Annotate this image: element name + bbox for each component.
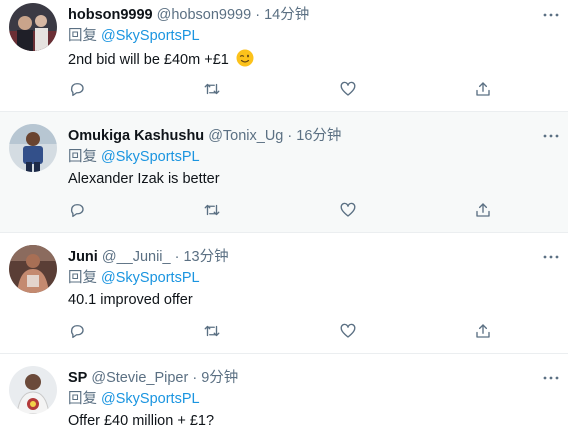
reply-context: 回复 @SkySportsPL <box>68 390 200 408</box>
tweet-text: Alexander Izak is better <box>68 170 220 188</box>
reply-context: 回复 @SkySportsPL <box>68 148 200 166</box>
more-dots-icon[interactable] <box>542 6 560 24</box>
tweet-header: Omukiga Kashushu @Tonix_Ug · 16分钟 <box>68 127 341 145</box>
tweet-text-content: Offer £40 million + £1? <box>68 413 215 429</box>
tweet-actions <box>60 198 500 222</box>
tweet-header: Juni @__Junii_ · 13分钟 <box>68 248 229 266</box>
share-icon <box>476 203 490 217</box>
tweet-text: Offer £40 million + £1? <box>68 412 214 430</box>
tweet[interactable]: SP @Stevie_Piper · 9分钟 回复 @SkySportsPL O… <box>0 354 568 436</box>
reply-context: 回复 @SkySportsPL <box>68 27 200 45</box>
avatar-image <box>9 124 57 172</box>
tweet[interactable]: Omukiga Kashushu @Tonix_Ug · 16分钟 回复 @Sk… <box>0 112 568 233</box>
reply-mention-link[interactable]: @SkySportsPL <box>101 391 200 407</box>
like-button[interactable] <box>336 319 360 343</box>
like-button[interactable] <box>336 198 360 222</box>
share-button[interactable] <box>471 319 495 343</box>
separator: · <box>255 7 261 23</box>
reply-button[interactable] <box>65 77 89 101</box>
avatar[interactable] <box>9 3 57 51</box>
reply-icon <box>70 204 84 218</box>
retweet-icon <box>204 83 220 95</box>
separator: · <box>192 370 198 386</box>
user-handle[interactable]: @Stevie_Piper <box>91 370 188 386</box>
display-name[interactable]: Juni <box>68 249 98 265</box>
heart-icon <box>340 323 356 338</box>
timestamp[interactable]: 13分钟 <box>183 249 228 265</box>
retweet-button[interactable] <box>200 77 224 101</box>
display-name[interactable]: SP <box>68 370 87 386</box>
tweet[interactable]: hobson9999 @hobson9999 · 14分钟 回复 @SkySpo… <box>0 0 568 112</box>
reply-prefix: 回复 <box>68 28 102 44</box>
avatar-image <box>9 366 57 414</box>
display-name[interactable]: Omukiga Kashushu <box>68 128 204 144</box>
reply-button[interactable] <box>65 319 89 343</box>
avatar[interactable] <box>9 366 57 414</box>
tweet-header: hobson9999 @hobson9999 · 14分钟 <box>68 6 309 24</box>
tweet-text-content: Alexander Izak is better <box>68 171 220 187</box>
reply-prefix: 回复 <box>68 149 102 165</box>
timestamp[interactable]: 9分钟 <box>201 370 238 386</box>
separator: · <box>174 249 180 265</box>
more-dots-icon[interactable] <box>542 127 560 145</box>
reply-button[interactable] <box>65 198 89 222</box>
reply-icon <box>70 83 84 97</box>
tweet-text-content: 2nd bid will be £40m +£1 <box>68 52 229 68</box>
tweet-text: 2nd bid will be £40m +£1 <box>68 49 254 69</box>
reply-prefix: 回复 <box>68 270 102 286</box>
tweet-actions <box>60 77 500 101</box>
tweet-text-content: 40.1 improved offer <box>68 292 193 308</box>
heart-icon <box>340 202 356 217</box>
separator: · <box>287 128 293 144</box>
retweet-button[interactable] <box>200 198 224 222</box>
reply-mention-link[interactable]: @SkySportsPL <box>101 28 200 44</box>
tweet[interactable]: Juni @__Junii_ · 13分钟 回复 @SkySportsPL 40… <box>0 233 568 354</box>
tweet-text: 40.1 improved offer <box>68 291 193 309</box>
avatar-image <box>9 245 57 293</box>
timestamp[interactable]: 14分钟 <box>264 7 309 23</box>
share-button[interactable] <box>471 77 495 101</box>
avatar[interactable] <box>9 245 57 293</box>
user-handle[interactable]: @__Junii_ <box>102 249 171 265</box>
tweet-actions <box>60 319 500 343</box>
user-handle[interactable]: @hobson9999 <box>157 7 252 23</box>
reply-context: 回复 @SkySportsPL <box>68 269 200 287</box>
reply-prefix: 回复 <box>68 391 102 407</box>
reply-mention-link[interactable]: @SkySportsPL <box>101 149 200 165</box>
user-handle[interactable]: @Tonix_Ug <box>208 128 283 144</box>
heart-icon <box>340 81 356 96</box>
retweet-icon <box>204 204 220 216</box>
avatar-image <box>9 3 57 51</box>
display-name[interactable]: hobson9999 <box>68 7 153 23</box>
like-button[interactable] <box>336 77 360 101</box>
tweet-header: SP @Stevie_Piper · 9分钟 <box>68 369 238 387</box>
tweet-feed: hobson9999 @hobson9999 · 14分钟 回复 @SkySpo… <box>0 0 568 436</box>
more-dots-icon[interactable] <box>542 248 560 266</box>
winking-face-emoji-icon <box>236 49 254 67</box>
share-button[interactable] <box>471 198 495 222</box>
more-dots-icon[interactable] <box>542 369 560 387</box>
share-icon <box>476 82 490 96</box>
reply-icon <box>70 325 84 339</box>
reply-mention-link[interactable]: @SkySportsPL <box>101 270 200 286</box>
timestamp[interactable]: 16分钟 <box>296 128 341 144</box>
retweet-icon <box>204 325 220 337</box>
avatar[interactable] <box>9 124 57 172</box>
share-icon <box>476 324 490 338</box>
retweet-button[interactable] <box>200 319 224 343</box>
